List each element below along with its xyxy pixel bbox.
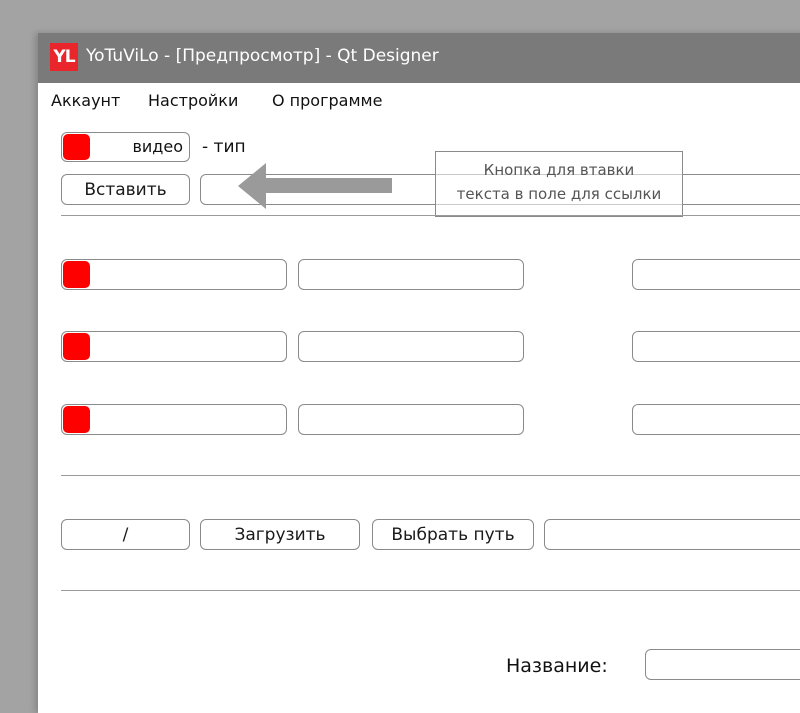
video-type-toggle[interactable]: видео bbox=[61, 132, 190, 162]
toggle-knob bbox=[63, 261, 90, 288]
divider-2 bbox=[61, 475, 800, 476]
row-2-right-field[interactable] bbox=[632, 331, 800, 362]
row-3-toggle[interactable] bbox=[61, 404, 287, 435]
row-1-field[interactable] bbox=[298, 259, 524, 290]
counter-button[interactable]: / bbox=[61, 519, 190, 550]
toggle-knob bbox=[63, 406, 90, 433]
divider-1 bbox=[61, 215, 800, 216]
menu-about[interactable]: О программе bbox=[272, 91, 382, 110]
name-input[interactable] bbox=[645, 649, 800, 680]
choose-path-button[interactable]: Выбрать путь bbox=[372, 519, 534, 550]
menu-account[interactable]: Аккаунт bbox=[51, 91, 120, 110]
row-2-field[interactable] bbox=[298, 331, 524, 362]
row-1-right-field[interactable] bbox=[632, 259, 800, 290]
download-button[interactable]: Загрузить bbox=[200, 519, 360, 550]
designer-preview-window: YL YoTuViLo - [Предпросмотр] - Qt Design… bbox=[38, 33, 800, 713]
row-3-field[interactable] bbox=[298, 404, 524, 435]
menu-settings[interactable]: Настройки bbox=[148, 91, 238, 110]
paste-button[interactable]: Вставить bbox=[61, 174, 190, 205]
row-1-toggle[interactable] bbox=[61, 259, 287, 290]
window-title: YoTuViLo - [Предпросмотр] - Qt Designer bbox=[86, 46, 439, 66]
row-3-right-field[interactable] bbox=[632, 404, 800, 435]
app-logo-icon: YL bbox=[50, 43, 78, 71]
path-input[interactable] bbox=[544, 519, 800, 550]
menu-bar: Аккаунт Настройки О программе bbox=[38, 83, 800, 117]
divider-3 bbox=[61, 590, 800, 591]
toggle-knob bbox=[63, 134, 90, 160]
tooltip-line-1: Кнопка для втавки bbox=[483, 161, 635, 179]
toggle-label: видео bbox=[132, 137, 183, 156]
name-label: Название: bbox=[506, 655, 608, 677]
tooltip-line-2: текста в поле для ссылки bbox=[456, 185, 662, 203]
type-suffix-label: - тип bbox=[202, 137, 246, 157]
annotation-tooltip: Кнопка для втавки текста в поле для ссыл… bbox=[435, 151, 683, 217]
title-bar[interactable]: YL YoTuViLo - [Предпросмотр] - Qt Design… bbox=[38, 33, 800, 83]
toggle-knob bbox=[63, 333, 90, 360]
row-2-toggle[interactable] bbox=[61, 331, 287, 362]
annotation-arrow-shaft bbox=[264, 178, 392, 193]
annotation-arrow-left-icon bbox=[238, 163, 266, 209]
